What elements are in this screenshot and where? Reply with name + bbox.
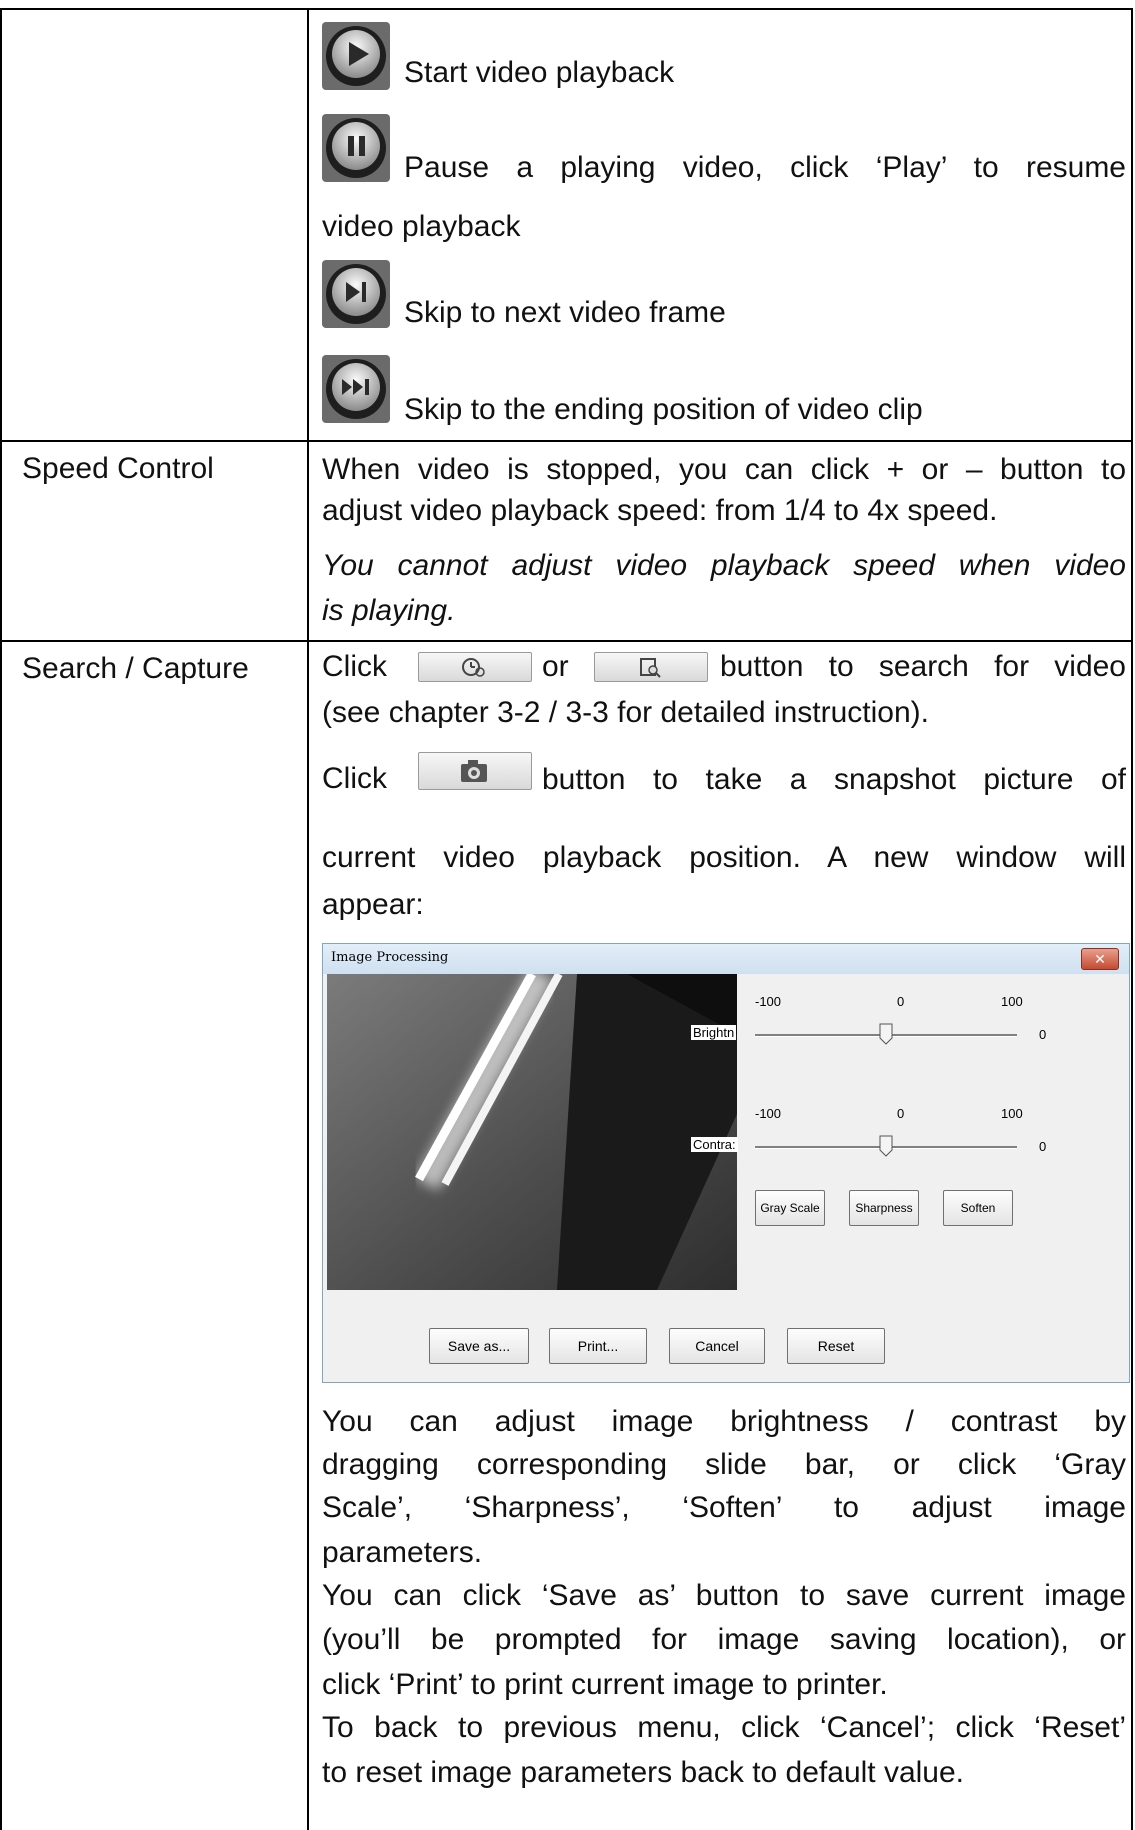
instruction-table: Start video playback Pause a playing vid… xyxy=(0,0,1135,1830)
time-search-button[interactable] xyxy=(418,652,532,682)
pause-description-line2: video playback xyxy=(322,210,521,243)
close-icon[interactable]: ✕ xyxy=(1081,948,1119,970)
snapshot-button[interactable] xyxy=(418,752,532,790)
table-border-left xyxy=(0,8,2,1830)
save-as-button[interactable]: Save as... xyxy=(429,1328,529,1364)
brightness-max-label: 100 xyxy=(1001,994,1023,1009)
speed-control-label: Speed Control xyxy=(22,452,214,485)
cancel-button[interactable]: Cancel xyxy=(669,1328,765,1364)
reset-button[interactable]: Reset xyxy=(787,1328,885,1364)
desc2-line2: (you’ll be prompted for image saving loc… xyxy=(322,1623,1126,1656)
next-frame-description: Skip to next video frame xyxy=(404,296,726,329)
skip-to-end-description: Skip to the ending position of video cli… xyxy=(404,393,923,426)
desc1-line2: dragging corresponding slide bar, or cli… xyxy=(322,1448,1126,1481)
speed-line4: is playing. xyxy=(322,594,456,627)
event-search-button[interactable] xyxy=(594,652,708,682)
image-search-icon xyxy=(640,658,661,678)
desc1-line4: parameters. xyxy=(322,1536,483,1569)
contrast-slider-thumb[interactable] xyxy=(879,1135,893,1157)
search-line1-rest: button to search for video xyxy=(720,650,1126,683)
snapshot-click-word: Click xyxy=(322,762,387,795)
snapshot-line1-rest: button to take a snapshot picture of xyxy=(542,763,1126,796)
desc2-line1: You can click ‘Save as’ button to save c… xyxy=(322,1579,1126,1612)
search-capture-label: Search / Capture xyxy=(22,652,249,685)
desc2-line3: click ‘Print’ to print current image to … xyxy=(322,1668,888,1701)
speed-line1: When video is stopped, you can click + o… xyxy=(322,453,1126,486)
speed-line3: You cannot adjust video playback speed w… xyxy=(322,549,1126,582)
row-divider-1 xyxy=(0,440,1131,442)
soften-button[interactable]: Soften xyxy=(943,1190,1013,1226)
brightness-label: Brightn xyxy=(691,1025,737,1040)
table-border-right xyxy=(1131,8,1133,1830)
pause-description-line1: Pause a playing video, click ‘Play’ to r… xyxy=(404,151,1126,184)
snapshot-preview-image xyxy=(327,974,737,1290)
skip-to-end-icon xyxy=(322,355,390,423)
contrast-value: 0 xyxy=(1039,1139,1047,1154)
brightness-slider-thumb[interactable] xyxy=(879,1023,893,1045)
desc1-line1: You can adjust image brightness / contra… xyxy=(322,1405,1126,1438)
table-column-divider xyxy=(307,8,309,1830)
desc3-line1: To back to previous menu, click ‘Cancel’… xyxy=(322,1711,1126,1744)
brightness-value: 0 xyxy=(1039,1027,1047,1042)
play-description: Start video playback xyxy=(404,56,675,89)
brightness-mid-label: 0 xyxy=(897,994,905,1009)
dialog-title: Image Processing xyxy=(331,950,449,965)
brightness-min-label: -100 xyxy=(755,994,782,1009)
row-divider-2 xyxy=(0,640,1131,642)
image-processing-dialog: Image Processing ✕ -100 0 100 Brightn 0 … xyxy=(322,943,1130,1383)
contrast-min-label: -100 xyxy=(755,1106,782,1121)
dialog-title-bar: Image Processing ✕ xyxy=(323,944,1129,974)
play-icon xyxy=(322,22,390,90)
search-or-word: or xyxy=(542,650,569,683)
pause-icon xyxy=(322,114,390,182)
speed-line2: adjust video playback speed: from 1/4 to… xyxy=(322,494,998,527)
snapshot-line2: current video playback position. A new w… xyxy=(322,841,1126,874)
table-border-top xyxy=(0,8,1131,10)
print-button[interactable]: Print... xyxy=(549,1328,647,1364)
camera-icon xyxy=(461,760,487,782)
snapshot-line3: appear: xyxy=(322,888,424,921)
clock-search-icon xyxy=(462,658,485,677)
search-click-word: Click xyxy=(322,650,387,683)
contrast-max-label: 100 xyxy=(1001,1106,1023,1121)
desc3-line2: to reset image parameters back to defaul… xyxy=(322,1756,965,1789)
gray-scale-button[interactable]: Gray Scale xyxy=(755,1190,825,1226)
next-frame-icon xyxy=(322,260,390,328)
contrast-mid-label: 0 xyxy=(897,1106,905,1121)
preview-scene xyxy=(327,974,737,1290)
search-line2: (see chapter 3-2 / 3-3 for detailed inst… xyxy=(322,696,929,729)
desc1-line3: Scale’, ‘Sharpness’, ‘Soften’ to adjust … xyxy=(322,1491,1126,1524)
sharpness-button[interactable]: Sharpness xyxy=(849,1190,919,1226)
contrast-label: Contra: xyxy=(691,1137,738,1152)
